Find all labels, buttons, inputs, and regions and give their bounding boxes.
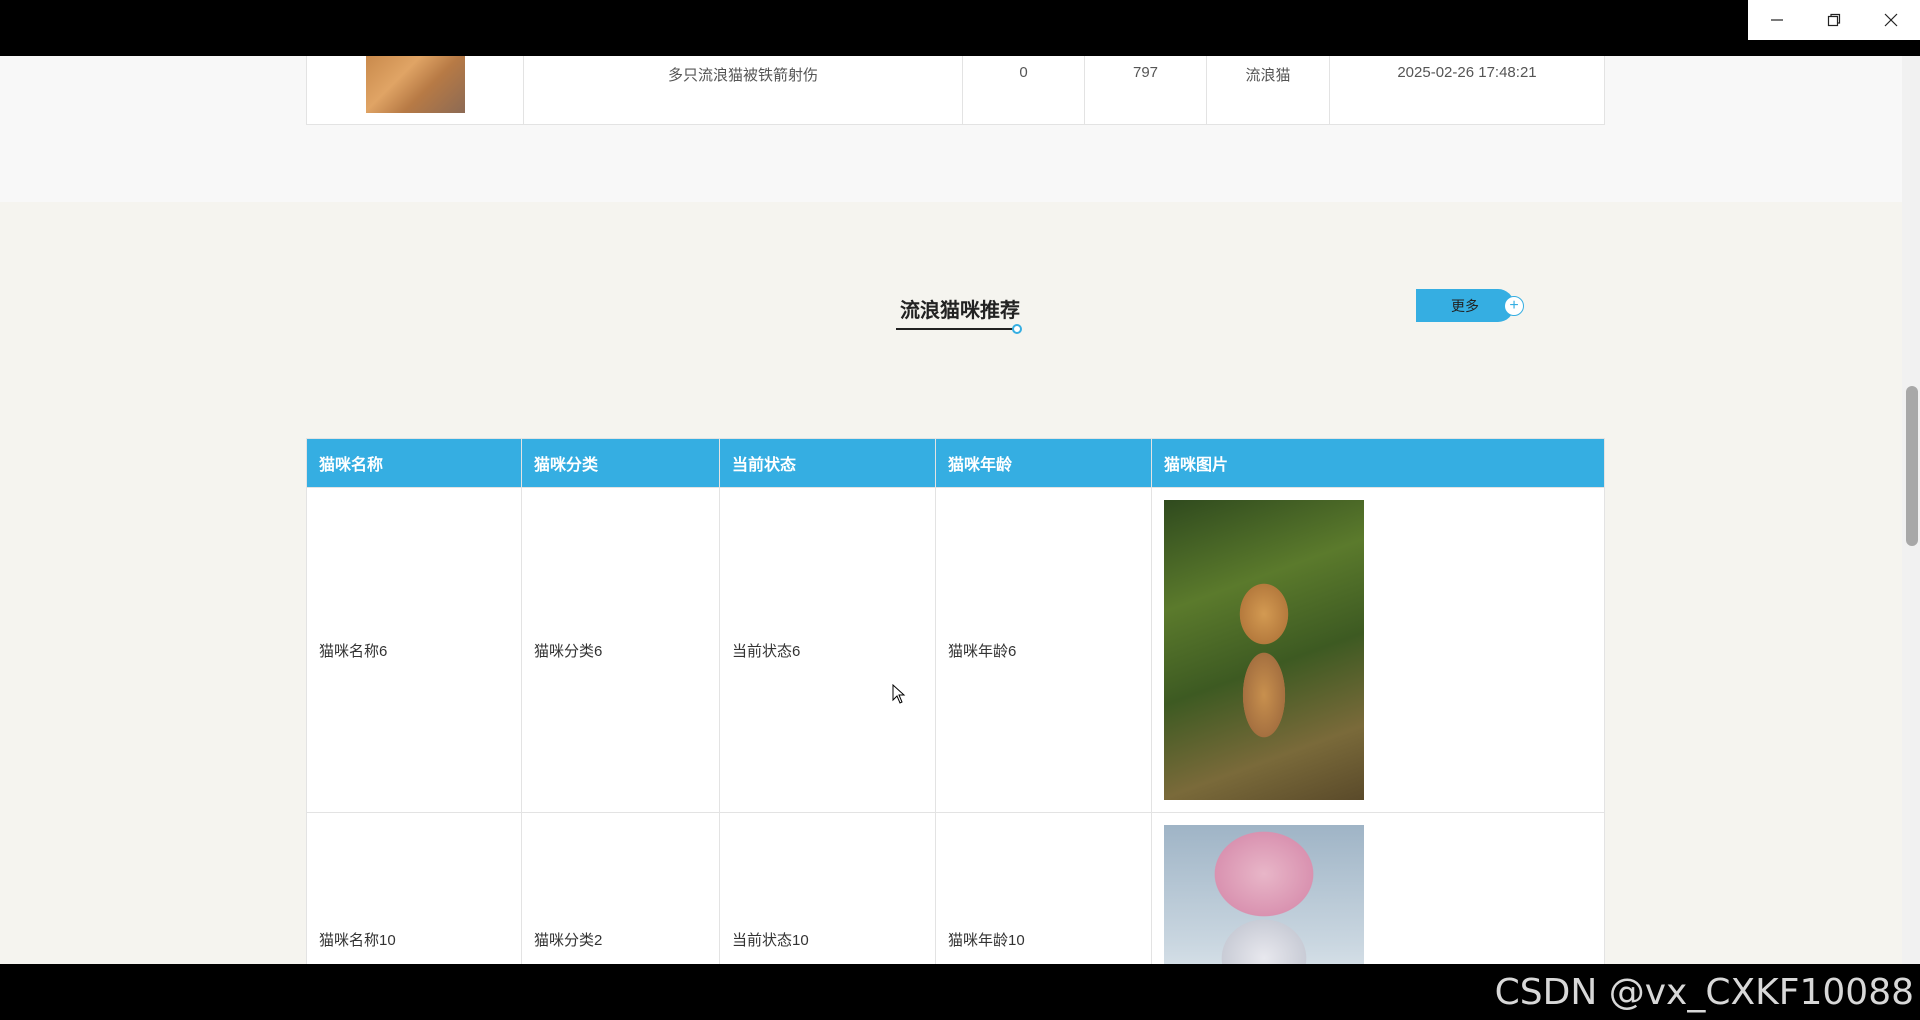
scrollbar[interactable]: [1902, 56, 1920, 964]
cell-name[interactable]: 猫咪名称10: [306, 812, 522, 964]
cell-image: [1151, 812, 1605, 964]
news-thumb-cell: [306, 56, 524, 125]
window-controls: [1748, 0, 1920, 40]
restore-button[interactable]: [1805, 0, 1862, 40]
col-header-category: 猫咪分类: [521, 438, 720, 488]
title-dot-icon: [1012, 324, 1022, 334]
watermark-text: CSDN @vx_CXKF10088: [1494, 971, 1914, 1013]
col-header-image: 猫咪图片: [1151, 438, 1605, 488]
table-row[interactable]: 猫咪名称6 猫咪分类6 当前状态6 猫咪年龄6: [306, 487, 1605, 813]
mouse-cursor-icon: [892, 684, 906, 704]
cell-age: 猫咪年龄10: [935, 812, 1152, 964]
news-category: 流浪猫: [1206, 56, 1330, 125]
news-count-b: 797: [1084, 56, 1207, 125]
news-count-a: 0: [962, 56, 1085, 125]
plus-circle-icon[interactable]: +: [1504, 296, 1524, 316]
news-time: 2025-02-26 17:48:21: [1329, 56, 1605, 125]
minimize-icon: [1770, 19, 1783, 21]
news-section: 多只流浪猫被铁箭射伤 0 797 流浪猫 2025-02-26 17:48:21: [0, 56, 1920, 202]
section-title: 流浪猫咪推荐: [900, 300, 1020, 322]
close-icon: [1884, 13, 1898, 27]
recommend-section: 流浪猫咪推荐 更多 + 猫咪名称 猫咪分类 当前状态 猫咪年龄 猫咪图片 猫咪名…: [0, 202, 1920, 964]
col-header-name: 猫咪名称: [306, 438, 522, 488]
close-button[interactable]: [1863, 0, 1920, 40]
cell-status: 当前状态6: [719, 487, 936, 813]
table-row[interactable]: 猫咪名称10 猫咪分类2 当前状态10 猫咪年龄10: [306, 812, 1605, 964]
cell-status: 当前状态10: [719, 812, 936, 964]
page-viewport: 多只流浪猫被铁箭射伤 0 797 流浪猫 2025-02-26 17:48:21…: [0, 56, 1920, 964]
cell-category: 猫咪分类2: [521, 812, 720, 964]
cell-category: 猫咪分类6: [521, 487, 720, 813]
table-row[interactable]: 多只流浪猫被铁箭射伤 0 797 流浪猫 2025-02-26 17:48:21: [306, 56, 1605, 125]
col-header-status: 当前状态: [719, 438, 936, 488]
cat-photo[interactable]: [1164, 825, 1364, 964]
scrollbar-thumb[interactable]: [1906, 386, 1918, 546]
table-header-row: 猫咪名称 猫咪分类 当前状态 猫咪年龄 猫咪图片: [306, 438, 1605, 488]
more-label: 更多: [1451, 297, 1479, 314]
more-button[interactable]: 更多: [1416, 289, 1514, 322]
title-underline: [896, 328, 1016, 330]
col-header-age: 猫咪年龄: [935, 438, 1152, 488]
minimize-button[interactable]: [1748, 0, 1805, 40]
restore-icon: [1827, 13, 1841, 27]
top-black-bar: [0, 0, 1920, 56]
cat-table: 猫咪名称 猫咪分类 当前状态 猫咪年龄 猫咪图片 猫咪名称6 猫咪分类6 当前状…: [306, 438, 1605, 964]
cell-age: 猫咪年龄6: [935, 487, 1152, 813]
news-table: 多只流浪猫被铁箭射伤 0 797 流浪猫 2025-02-26 17:48:21: [306, 56, 1605, 125]
cell-name[interactable]: 猫咪名称6: [306, 487, 522, 813]
cell-image: [1151, 487, 1605, 813]
news-title[interactable]: 多只流浪猫被铁箭射伤: [523, 56, 963, 125]
cat-photo[interactable]: [1164, 500, 1364, 800]
news-thumbnail[interactable]: [365, 56, 465, 113]
